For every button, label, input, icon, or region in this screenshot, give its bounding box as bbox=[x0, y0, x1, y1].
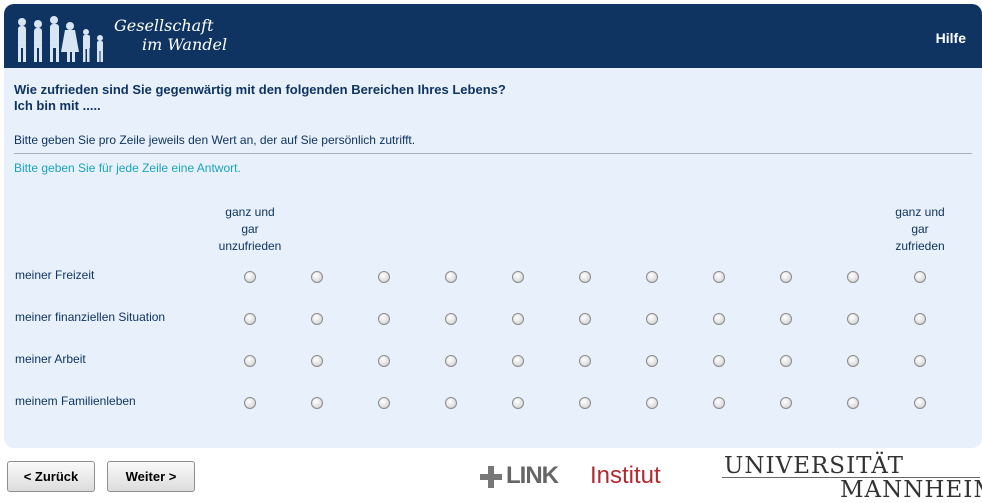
left-anchor-line: ganz und bbox=[225, 205, 275, 219]
question-title-line-2: Ich bin mit ..... bbox=[14, 98, 101, 113]
question-title: Wie zufrieden sind Sie gegenwärtig mit d… bbox=[14, 82, 506, 114]
uni-line-2: MANNHEIM bbox=[840, 477, 982, 503]
rating-radio[interactable] bbox=[847, 313, 859, 325]
rating-radio[interactable] bbox=[311, 313, 323, 325]
rating-radio[interactable] bbox=[378, 271, 390, 283]
next-button[interactable]: Weiter > bbox=[107, 461, 195, 492]
rating-radio[interactable] bbox=[847, 397, 859, 409]
rating-radio[interactable] bbox=[311, 271, 323, 283]
rating-radio[interactable] bbox=[713, 313, 725, 325]
rating-radio[interactable] bbox=[914, 271, 926, 283]
validation-message: Bitte geben Sie für jede Zeile eine Antw… bbox=[14, 161, 241, 175]
rating-radio[interactable] bbox=[646, 397, 658, 409]
uni-line-1: UNIVERSITÄT bbox=[724, 453, 904, 479]
rating-radio[interactable] bbox=[780, 271, 792, 283]
scale-left-anchor: ganz und gar unzufrieden bbox=[210, 204, 290, 255]
rating-radio[interactable] bbox=[713, 271, 725, 283]
brand-line-2: im Wandel bbox=[142, 35, 228, 54]
link-institut-word: Institut bbox=[590, 462, 661, 489]
row-label-finanzen: meiner finanziellen Situation bbox=[15, 310, 166, 324]
row-label-arbeit: meiner Arbeit bbox=[15, 352, 86, 366]
link-cross-icon bbox=[480, 466, 502, 488]
rating-radio[interactable] bbox=[646, 271, 658, 283]
rating-radio[interactable] bbox=[244, 355, 256, 367]
rating-radio[interactable] bbox=[445, 397, 457, 409]
back-button[interactable]: < Zurück bbox=[7, 461, 95, 492]
instruction-text: Bitte geben Sie pro Zeile jeweils den We… bbox=[14, 133, 416, 147]
brand-title: Gesellschaft im Wandel bbox=[114, 16, 227, 54]
rating-radio[interactable] bbox=[512, 355, 524, 367]
rating-radio[interactable] bbox=[512, 313, 524, 325]
rating-radio[interactable] bbox=[311, 355, 323, 367]
rating-radio[interactable] bbox=[847, 271, 859, 283]
brand-line-1: Gesellschaft bbox=[114, 16, 214, 35]
rating-radio[interactable] bbox=[579, 271, 591, 283]
scale-right-anchor: ganz und gar zufrieden bbox=[880, 204, 960, 255]
rating-radio[interactable] bbox=[512, 397, 524, 409]
rating-radio[interactable] bbox=[646, 355, 658, 367]
rating-radio[interactable] bbox=[579, 313, 591, 325]
rating-radio[interactable] bbox=[780, 313, 792, 325]
rating-radio[interactable] bbox=[311, 397, 323, 409]
rating-radio[interactable] bbox=[780, 397, 792, 409]
rating-radio[interactable] bbox=[780, 355, 792, 367]
rating-radio[interactable] bbox=[914, 313, 926, 325]
right-anchor-line: ganz und bbox=[895, 205, 945, 219]
row-label-familie: meinem Familienleben bbox=[15, 394, 136, 408]
rating-radio[interactable] bbox=[512, 271, 524, 283]
rating-radio[interactable] bbox=[445, 355, 457, 367]
right-anchor-line: zufrieden bbox=[895, 239, 945, 253]
rating-radio[interactable] bbox=[244, 313, 256, 325]
row-label-freizeit: meiner Freizeit bbox=[15, 268, 95, 282]
rating-radio[interactable] bbox=[378, 313, 390, 325]
rating-radio[interactable] bbox=[914, 355, 926, 367]
rating-radio[interactable] bbox=[244, 397, 256, 409]
left-anchor-line: gar bbox=[241, 222, 259, 236]
rating-radio[interactable] bbox=[579, 397, 591, 409]
uni-mannheim-logo: UNIVERSITÄT MANNHEIM bbox=[722, 453, 982, 503]
rating-radio[interactable] bbox=[445, 313, 457, 325]
rating-radio[interactable] bbox=[847, 355, 859, 367]
help-link[interactable]: Hilfe bbox=[936, 30, 966, 46]
divider bbox=[14, 153, 972, 154]
rating-radio[interactable] bbox=[579, 355, 591, 367]
rating-radio[interactable] bbox=[713, 397, 725, 409]
rating-radio[interactable] bbox=[244, 271, 256, 283]
question-panel: Wie zufrieden sind Sie gegenwärtig mit d… bbox=[4, 68, 982, 448]
rating-radio[interactable] bbox=[378, 355, 390, 367]
link-word: LINK bbox=[506, 462, 559, 489]
right-anchor-line: gar bbox=[911, 222, 929, 236]
rating-radio[interactable] bbox=[445, 271, 457, 283]
left-anchor-line: unzufrieden bbox=[218, 239, 282, 253]
question-title-line-1: Wie zufrieden sind Sie gegenwärtig mit d… bbox=[14, 82, 506, 97]
rating-radio[interactable] bbox=[914, 397, 926, 409]
app-header: Gesellschaft im Wandel Hilfe bbox=[4, 4, 982, 68]
rating-radio[interactable] bbox=[378, 397, 390, 409]
people-silhouettes-icon bbox=[18, 16, 103, 62]
rating-radio[interactable] bbox=[646, 313, 658, 325]
rating-radio[interactable] bbox=[713, 355, 725, 367]
